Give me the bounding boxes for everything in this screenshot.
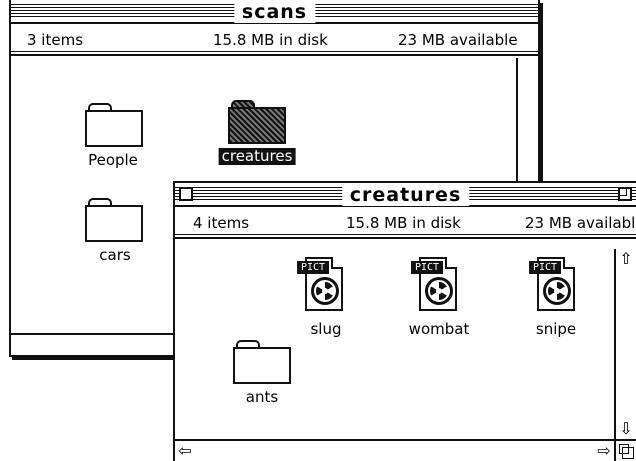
folder-icon[interactable] [85, 198, 143, 242]
scans-title-bar[interactable]: scans [11, 0, 538, 24]
vertical-scrollbar[interactable]: ⇧ ⇩ [614, 249, 636, 439]
pict-file-icon[interactable]: PICT [411, 257, 461, 313]
zoom-box-icon[interactable] [618, 187, 632, 201]
scans-info-bar: 3 items 15.8 MB in disk 23 MB available [11, 24, 538, 56]
right-arrow-icon[interactable]: ⇨ [594, 441, 614, 461]
folder-label-cars[interactable]: cars [96, 247, 133, 264]
shutter-icon [425, 277, 453, 305]
file-label-slug[interactable]: slug [307, 321, 344, 338]
down-arrow-icon[interactable]: ⇩ [616, 419, 636, 439]
window-title: scans [233, 1, 316, 23]
horizontal-scrollbar[interactable]: ⇦ ⇨ [175, 439, 614, 461]
creatures-window[interactable]: creatures 4 items 15.8 MB in disk 23 MB … [173, 181, 636, 461]
folder-label-creatures[interactable]: creatures [218, 148, 296, 165]
close-box-icon[interactable] [179, 187, 193, 201]
pict-badge: PICT [411, 261, 443, 274]
size-box-icon[interactable] [614, 439, 636, 461]
pict-badge: PICT [297, 261, 329, 274]
folder-icon[interactable] [228, 100, 286, 144]
shutter-icon [543, 277, 571, 305]
pict-badge: PICT [529, 261, 561, 274]
file-label-snipe[interactable]: snipe [533, 321, 579, 338]
folder-icon[interactable] [233, 340, 291, 384]
creatures-info-bar: 4 items 15.8 MB in disk 23 MB availabl [175, 207, 636, 239]
pict-file-icon[interactable]: PICT [297, 257, 347, 313]
file-label-wombat[interactable]: wombat [406, 321, 473, 338]
pict-file-icon[interactable]: PICT [529, 257, 579, 313]
folder-icon[interactable] [85, 103, 143, 147]
up-arrow-icon[interactable]: ⇧ [616, 249, 636, 269]
creatures-title-bar[interactable]: creatures [175, 183, 636, 207]
left-arrow-icon[interactable]: ⇦ [175, 441, 195, 461]
shutter-icon [311, 277, 339, 305]
window-title: creatures [341, 184, 470, 206]
folder-label-people[interactable]: People [85, 152, 141, 169]
folder-label-ants[interactable]: ants [243, 389, 281, 406]
